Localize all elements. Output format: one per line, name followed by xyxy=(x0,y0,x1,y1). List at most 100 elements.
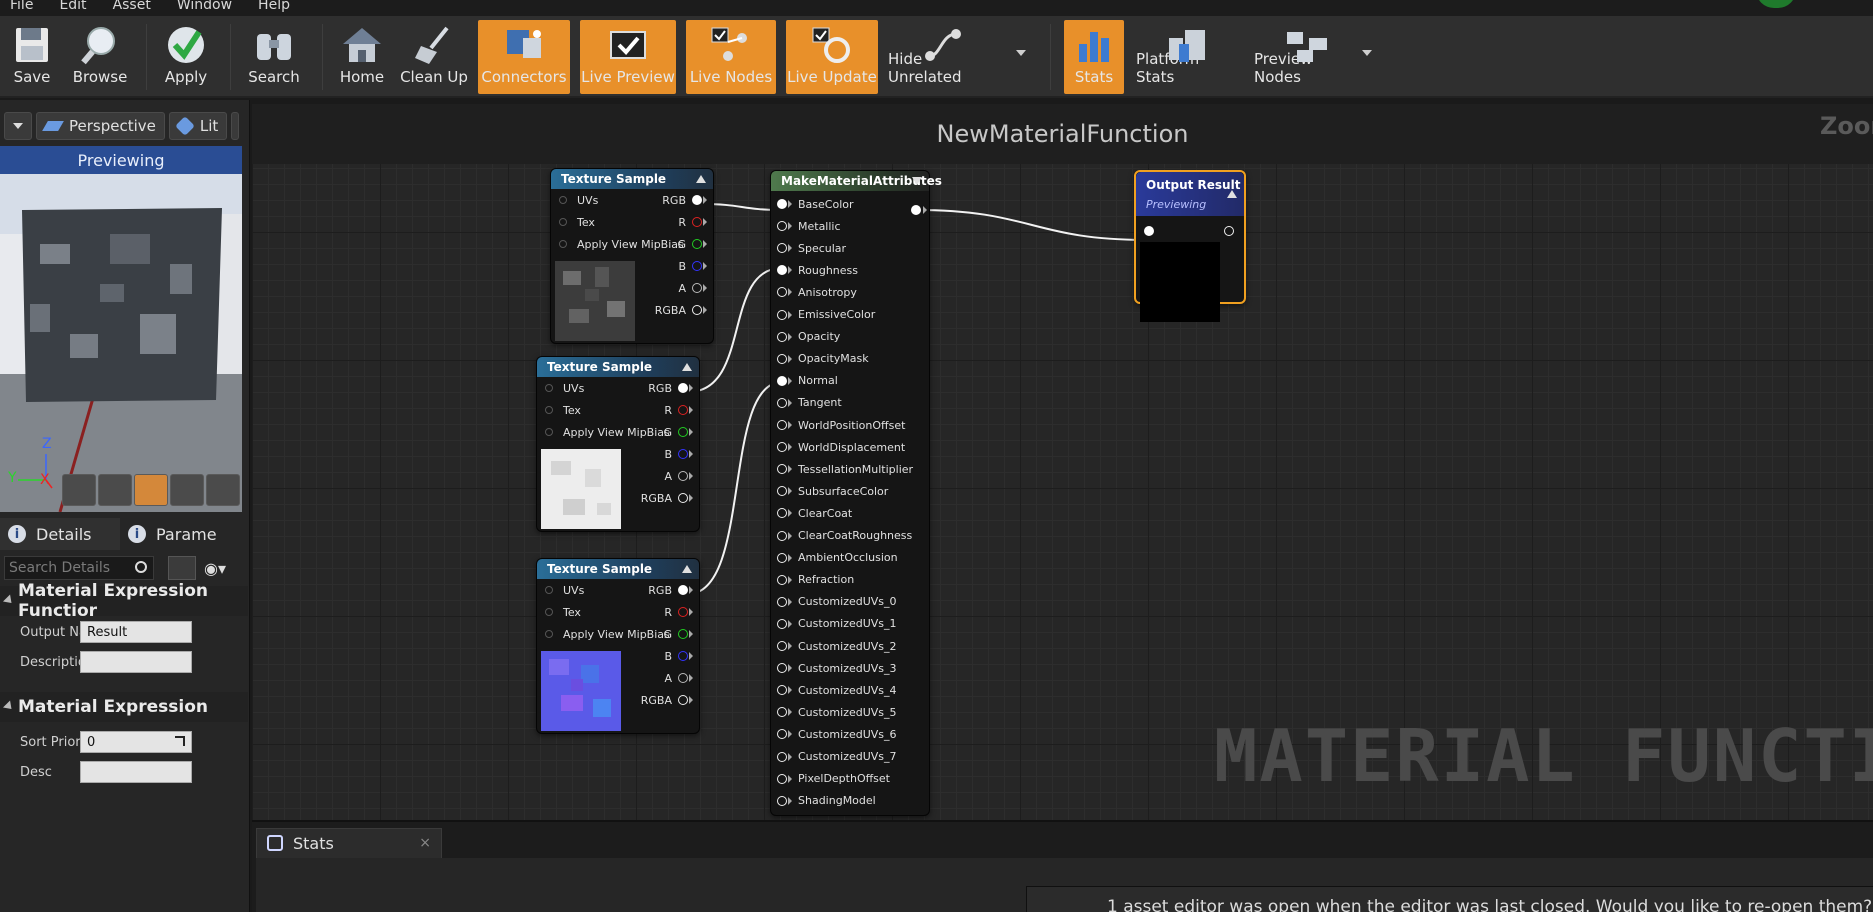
pin-clearcoat[interactable]: ClearCoat xyxy=(777,504,852,522)
pin-uvs[interactable]: UVs xyxy=(545,581,584,599)
pin-r[interactable]: R xyxy=(678,213,707,231)
pin-apply-view-mipbias[interactable]: Apply View MipBias xyxy=(545,423,670,441)
plane-preview-button[interactable] xyxy=(134,474,168,506)
pin-clearcoatroughness[interactable]: ClearCoatRoughness xyxy=(777,527,912,545)
hide-unrelated-dropdown[interactable] xyxy=(1016,50,1026,56)
pin-r[interactable]: R xyxy=(664,401,693,419)
source-control-status-icon[interactable] xyxy=(1756,0,1796,8)
viewport-more-button[interactable] xyxy=(231,112,240,140)
pin-b[interactable]: B xyxy=(678,257,707,275)
perspective-button[interactable]: Perspective xyxy=(36,112,165,140)
teapot-preview-button[interactable] xyxy=(206,474,240,506)
output-output-pin[interactable] xyxy=(1224,226,1234,236)
pin-customizeduvs-3[interactable]: CustomizedUVs_3 xyxy=(777,659,897,677)
pin-a[interactable]: A xyxy=(664,467,693,485)
pin-opacitymask[interactable]: OpacityMask xyxy=(777,350,869,368)
pin-customizeduvs-6[interactable]: CustomizedUVs_6 xyxy=(777,725,897,743)
stats-button[interactable]: Stats xyxy=(1064,20,1124,94)
pin-customizeduvs-1[interactable]: CustomizedUVs_1 xyxy=(777,615,897,633)
pin-rgba[interactable]: RGBA xyxy=(641,691,693,709)
search-details-input[interactable]: Search Details xyxy=(4,556,154,580)
cube-preview-button[interactable] xyxy=(170,474,204,506)
connectors-button[interactable]: Connectors xyxy=(478,20,570,94)
menu-file[interactable]: File xyxy=(10,0,33,13)
pin-customizeduvs-5[interactable]: CustomizedUVs_5 xyxy=(777,703,897,721)
texture-sample-node-2[interactable]: Texture Sample UVs Tex Apply View MipBia… xyxy=(536,356,700,532)
pin-g[interactable]: G xyxy=(677,235,707,253)
pin-worlddisplacement[interactable]: WorldDisplacement xyxy=(777,438,905,456)
pin-r[interactable]: R xyxy=(664,603,693,621)
section-material-expression[interactable]: Material Expression xyxy=(0,692,248,722)
pin-customizeduvs-0[interactable]: CustomizedUVs_0 xyxy=(777,593,897,611)
cylinder-preview-button[interactable] xyxy=(62,474,96,506)
pin-emissivecolor[interactable]: EmissiveColor xyxy=(777,306,875,324)
texture-sample-node-3[interactable]: Texture Sample UVs Tex Apply View MipBia… xyxy=(536,558,700,734)
lit-button[interactable]: Lit xyxy=(168,112,228,140)
menu-help[interactable]: Help xyxy=(258,0,290,13)
pin-rgba[interactable]: RGBA xyxy=(655,301,707,319)
pin-normal[interactable]: Normal xyxy=(777,372,838,390)
pin-worldpositionoffset[interactable]: WorldPositionOffset xyxy=(777,416,905,434)
pin-ambientocclusion[interactable]: AmbientOcclusion xyxy=(777,549,898,567)
texture-sample-node-1[interactable]: Texture Sample UVs Tex Apply View MipBia… xyxy=(550,168,714,344)
collapse-icon[interactable] xyxy=(1227,190,1237,198)
section-material-expression-function-output[interactable]: Material Expression Functior xyxy=(0,581,248,621)
pin-b[interactable]: B xyxy=(664,647,693,665)
save-button[interactable]: Save xyxy=(6,20,58,94)
collapse-icon[interactable] xyxy=(682,363,692,371)
pin-customizeduvs-7[interactable]: CustomizedUVs_7 xyxy=(777,748,897,766)
pin-a[interactable]: A xyxy=(678,279,707,297)
pin-apply-view-mipbias[interactable]: Apply View MipBias xyxy=(545,625,670,643)
pin-tangent[interactable]: Tangent xyxy=(777,394,842,412)
output-name-field[interactable]: Result xyxy=(80,621,192,643)
output-input-pin[interactable] xyxy=(1144,226,1154,236)
close-icon[interactable]: × xyxy=(419,835,431,851)
collapse-icon[interactable] xyxy=(682,565,692,573)
pin-apply-view-mipbias[interactable]: Apply View MipBias xyxy=(559,235,684,253)
clean-up-button[interactable]: Clean Up xyxy=(400,20,468,94)
desc-field[interactable] xyxy=(80,761,192,783)
pin-subsurfacecolor[interactable]: SubsurfaceColor xyxy=(777,482,888,500)
pin-shadingmodel[interactable]: ShadingModel xyxy=(777,792,876,810)
pin-customizeduvs-2[interactable]: CustomizedUVs_2 xyxy=(777,637,897,655)
home-button[interactable]: Home xyxy=(336,20,388,94)
pin-rgb[interactable]: RGB xyxy=(662,191,707,209)
eye-icon[interactable]: ◉▾ xyxy=(204,556,240,580)
pin-refraction[interactable]: Refraction xyxy=(777,571,854,589)
sort-priority-field[interactable]: 0 xyxy=(80,731,192,753)
apply-button[interactable]: Apply xyxy=(160,20,212,94)
pin-metallic[interactable]: Metallic xyxy=(777,217,841,235)
menu-edit[interactable]: Edit xyxy=(59,0,86,13)
preview-nodes-dropdown[interactable] xyxy=(1362,50,1372,56)
tab-details[interactable]: i Details xyxy=(0,518,120,550)
search-button[interactable]: Search xyxy=(244,20,304,94)
platform-stats-button[interactable]: Platform Stats xyxy=(1136,20,1240,94)
pin-specular[interactable]: Specular xyxy=(777,239,846,257)
pin-rgb[interactable]: RGB xyxy=(648,581,693,599)
output-result-node[interactable]: Output Result Previewing xyxy=(1134,170,1246,322)
pin-b[interactable]: B xyxy=(664,445,693,463)
pin-a[interactable]: A xyxy=(664,669,693,687)
description-field[interactable] xyxy=(80,651,192,673)
pin-tex[interactable]: Tex xyxy=(559,213,595,231)
live-preview-button[interactable]: Live Preview xyxy=(580,20,676,94)
pin-tessellationmultiplier[interactable]: TessellationMultiplier xyxy=(777,460,913,478)
pin-g[interactable]: G xyxy=(663,423,693,441)
live-update-button[interactable]: Live Update xyxy=(786,20,878,94)
menu-window[interactable]: Window xyxy=(177,0,232,13)
menu-asset[interactable]: Asset xyxy=(113,0,151,13)
tab-parameters[interactable]: i Parame xyxy=(120,518,238,550)
view-options-grid-icon[interactable] xyxy=(168,556,196,580)
pin-opacity[interactable]: Opacity xyxy=(777,328,840,346)
collapse-icon[interactable] xyxy=(696,175,706,183)
make-material-attributes-node[interactable]: MakeMaterialAttributes BaseColor Metallic… xyxy=(770,170,942,816)
pin-pixeldepthoffset[interactable]: PixelDepthOffset xyxy=(777,770,890,788)
pin-customizeduvs-4[interactable]: CustomizedUVs_4 xyxy=(777,681,897,699)
preview-viewport[interactable]: Z Y X xyxy=(0,174,242,512)
pin-uvs[interactable]: UVs xyxy=(559,191,598,209)
browse-button[interactable]: Browse xyxy=(70,20,130,94)
pin-g[interactable]: G xyxy=(663,625,693,643)
pin-tex[interactable]: Tex xyxy=(545,603,581,621)
viewport-options-dropdown[interactable] xyxy=(4,112,32,140)
preview-nodes-button[interactable]: Preview Nodes xyxy=(1254,20,1362,94)
